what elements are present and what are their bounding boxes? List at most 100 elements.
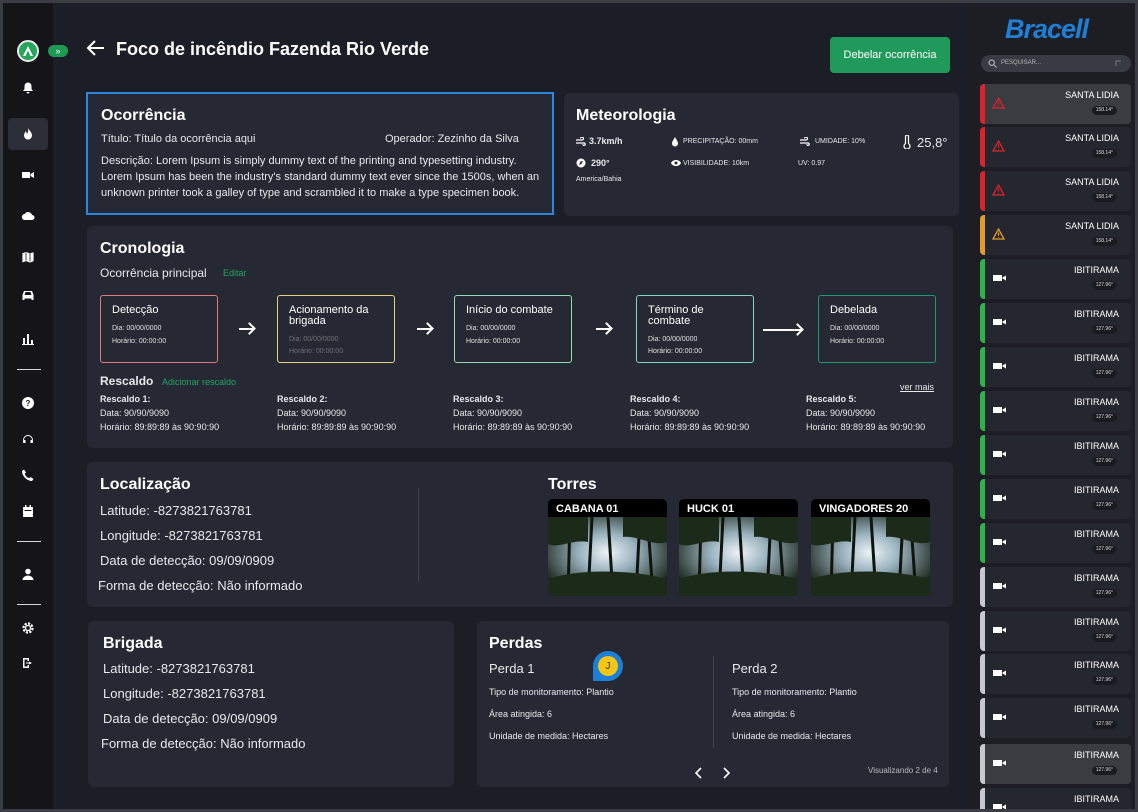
alert-item[interactable]: IBITIRAMA127.96°	[980, 698, 1131, 738]
alert-item[interactable]: SANTA LIDIA 158.14°	[980, 127, 1131, 167]
alert-item[interactable]: IBITIRAMA127.96°	[980, 788, 1131, 812]
alert-badge: 158.14°	[1091, 149, 1117, 158]
alert-item[interactable]: IBITIRAMA127.96°	[980, 654, 1131, 694]
humidity-icon	[800, 137, 810, 146]
alert-name: SANTA LIDIA	[1065, 177, 1119, 187]
sidebar-calendar[interactable]	[8, 495, 48, 527]
back-arrow-icon[interactable]	[86, 39, 106, 57]
status-bar	[980, 303, 985, 343]
tower-card[interactable]: HUCK 01	[679, 499, 798, 596]
tower-card[interactable]: CABANA 01	[548, 499, 667, 596]
alert-item[interactable]: SANTA LIDIA 158.14°	[980, 171, 1131, 211]
sidebar-reports[interactable]	[8, 323, 48, 355]
sidebar-fire[interactable]	[8, 118, 48, 150]
alert-badge: 127.96°	[1091, 676, 1117, 685]
alert-item[interactable]: IBITIRAMA127.96°	[980, 435, 1131, 475]
warning-icon	[991, 183, 1006, 196]
timeline-node-title: Debelada	[830, 304, 878, 316]
sidebar-support[interactable]	[8, 423, 48, 455]
camera-icon	[992, 447, 1007, 465]
timeline-node-title: Início do combate	[466, 304, 553, 316]
camera-icon	[992, 535, 1007, 553]
search-placeholder: PESQUISAR...	[1001, 60, 1042, 66]
sidebar-vehicles[interactable]	[8, 279, 48, 311]
camera-icon	[992, 623, 1007, 641]
search-input[interactable]: PESQUISAR...	[981, 55, 1131, 72]
timeline-node-dia: Dia: 00/00/0000	[112, 325, 162, 332]
expand-sidebar-icon[interactable]: »	[48, 45, 68, 57]
timeline-node-acionamento[interactable]: Acionamento da brigada Dia: 00/00/0000 H…	[277, 295, 395, 363]
rescaldo-name: Rescaldo 4:	[630, 394, 681, 404]
sidebar-phone[interactable]	[8, 459, 48, 491]
alert-item[interactable]: IBITIRAMA127.96°	[980, 479, 1131, 519]
ver-mais-link[interactable]: ver mais	[900, 382, 934, 392]
alert-badge: 127.96°	[1091, 545, 1117, 554]
sidebar-notifications[interactable]	[8, 72, 48, 104]
alert-item[interactable]: IBITIRAMA127.96°	[980, 303, 1131, 343]
brand-logo: Bracell	[1005, 14, 1089, 44]
timezone: America/Bahia	[576, 176, 622, 183]
warning-icon	[991, 96, 1006, 114]
debelar-ocorrencia-button[interactable]: Debelar ocorrência	[830, 37, 950, 73]
alert-item[interactable]: SANTA LIDIA 158.14°	[980, 84, 1131, 124]
adicionar-rescaldo-link[interactable]: Adicionar rescaldo	[162, 377, 236, 387]
alert-item[interactable]: IBITIRAMA127.96°	[980, 347, 1131, 387]
sidebar-camera[interactable]	[8, 159, 48, 191]
warning-icon	[991, 139, 1006, 157]
alert-badge: 127.96°	[1091, 369, 1117, 378]
alert-name: IBITIRAMA	[1073, 529, 1119, 539]
timeline-node-title: Detecção	[112, 304, 159, 316]
timeline-node-inicio[interactable]: Início do combate Dia: 00/00/0000 Horári…	[454, 295, 572, 363]
alert-item[interactable]: IBITIRAMA127.96°	[980, 259, 1131, 299]
chevron-left-icon[interactable]	[695, 767, 703, 779]
alert-name: IBITIRAMA	[1073, 441, 1119, 451]
camera-icon	[993, 670, 1006, 676]
alert-item[interactable]: IBITIRAMA127.96°	[980, 611, 1131, 651]
tower-card[interactable]: VINGADORES 20	[811, 499, 930, 596]
alert-item[interactable]: IBITIRAMA127.96°	[980, 391, 1131, 431]
sidebar-map[interactable]	[8, 241, 48, 273]
status-bar	[980, 788, 985, 812]
sidebar-help[interactable]: ?	[8, 387, 48, 419]
timeline-node-dia: Dia: 00/00/0000	[466, 325, 516, 332]
localizacao-data: Data de detecção: 09/09/0909	[100, 553, 275, 568]
alert-item[interactable]: IBITIRAMA127.96°	[980, 744, 1131, 784]
brigada-data: Data de detecção: 09/09/0909	[103, 711, 278, 726]
alert-item[interactable]: SANTA LIDIA 158.14°	[980, 215, 1131, 255]
sidebar-users[interactable]	[8, 558, 48, 590]
perda-area: Área atingida: 6	[489, 709, 553, 719]
camera-icon	[993, 627, 1006, 633]
sidebar-logout[interactable]	[8, 647, 48, 679]
warning-icon	[991, 227, 1006, 240]
sidebar-divider	[17, 604, 41, 605]
editar-link[interactable]: Editar	[223, 268, 247, 278]
sidebar-settings[interactable]	[8, 612, 48, 644]
alert-item[interactable]: IBITIRAMA127.96°	[980, 567, 1131, 607]
rescaldo-horario: Horário: 89:89:89 às 90:90:90	[806, 422, 926, 432]
cronologia-title: Cronologia	[100, 240, 185, 257]
alert-badge: 158.14°	[1091, 106, 1117, 115]
timeline-node-dia: Dia: 00/00/0000	[648, 336, 698, 343]
rescaldo-horario: Horário: 89:89:89 às 90:90:90	[100, 422, 220, 432]
alert-item[interactable]: IBITIRAMA 127.96°	[980, 523, 1131, 563]
timeline-arrow-icon	[596, 328, 610, 330]
status-bar	[980, 347, 985, 387]
expand-icon[interactable]	[1115, 60, 1122, 67]
timeline-node-debelada[interactable]: Debelada Dia: 00/00/0000 Horário: 00:00:…	[818, 295, 936, 363]
camera-icon	[993, 714, 1006, 720]
alert-badge: 158.14°	[1091, 237, 1117, 246]
chevron-right-icon[interactable]	[722, 767, 730, 779]
rescaldo-data: Data: 90/90/9090	[453, 408, 523, 418]
calendar-icon	[23, 505, 33, 517]
rescaldo-horario: Horário: 89:89:89 às 90:90:90	[453, 422, 573, 432]
status-bar	[980, 391, 985, 431]
timeline-node-deteccao[interactable]: Detecção Dia: 00/00/0000 Horário: 00:00:…	[100, 295, 218, 363]
alert-badge: 127.96°	[1091, 281, 1117, 290]
map-icon	[21, 250, 35, 264]
ocorrencia-descricao: unknown printer took a galley of type an…	[101, 187, 520, 199]
sidebar-weather[interactable]	[8, 200, 48, 232]
timeline-node-termino[interactable]: Término de combate Dia: 00/00/0000 Horár…	[636, 295, 754, 363]
cronologia-subtitle: Ocorrência principal	[100, 266, 207, 280]
app-logo[interactable]	[17, 40, 39, 62]
tower-name: CABANA 01	[556, 503, 619, 515]
